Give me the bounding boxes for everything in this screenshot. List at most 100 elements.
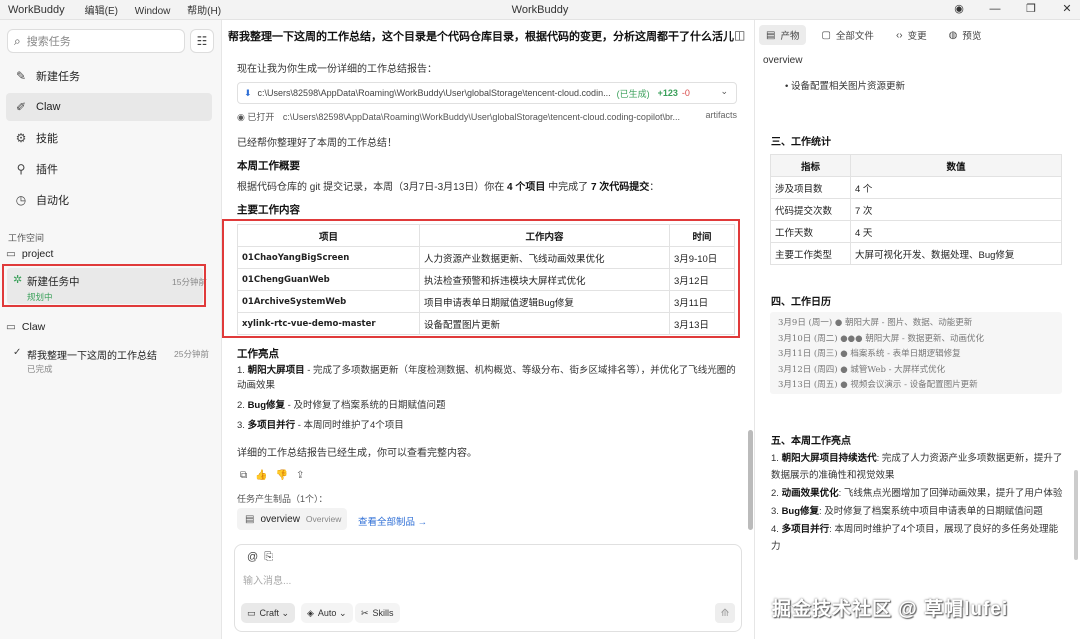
nav-claw[interactable]: ✐ Claw <box>6 93 212 121</box>
item-bold: 多项目并行 <box>781 524 830 535</box>
account-icon[interactable]: ◉ <box>952 2 966 15</box>
craft-button[interactable]: ▭ Craft ⌄ <box>241 603 296 623</box>
nav-automation[interactable]: ◷ 自动化 <box>6 186 212 214</box>
artifact-name: overview <box>260 513 300 525</box>
content-heading: 主要工作内容 <box>237 204 300 216</box>
file-path: c:\Users\82598\AppData\Roaming\WorkBuddy… <box>257 88 611 98</box>
attach-icon[interactable]: ⎘ <box>264 551 273 563</box>
calendar-line: 3月13日 (周五) ● 视频会议演示 - 设备配置图片更新 <box>778 380 978 390</box>
task-time: 25分钟前 <box>174 349 209 359</box>
menu-window[interactable]: Window <box>135 6 171 17</box>
scrollbar[interactable] <box>748 430 753 530</box>
tab-all-files[interactable]: ▢ 全部文件 <box>814 25 880 45</box>
tab-preview[interactable]: ◍ 预览 <box>942 25 989 45</box>
item-bold: 朝阳大屏项目 <box>247 365 305 376</box>
craft-icon: ▭ <box>247 607 256 618</box>
file-icon: ▢ <box>821 29 831 41</box>
footer-text: 详细的工作总结报告已经生成，你可以查看完整内容。 <box>237 448 477 459</box>
highlights-heading: 五、本周工作亮点 <box>771 436 851 447</box>
done-message: 已经帮你整理好了本周的工作总结！ <box>237 138 397 149</box>
scrollbar[interactable] <box>1074 470 1078 560</box>
skills-button[interactable]: ✂ Skills <box>355 603 400 623</box>
list-item: 3. Bug修复: 及时修复了档案系统中项目申请表单的日期赋值问题 <box>771 506 1043 517</box>
cell: 7 次 <box>850 198 1062 221</box>
message-input[interactable]: @ ⎘ 输入消息... ▭ Craft ⌄ ◈ Auto ⌄ ✂ Skills ⟰ <box>234 544 742 632</box>
view-all-link[interactable]: 查看全部制品 → <box>358 514 427 528</box>
menu-edit[interactable]: 编辑(E) <box>85 6 118 17</box>
thumbs-down-icon[interactable]: 👎 <box>276 470 288 481</box>
edit-icon: ✎ <box>15 69 27 83</box>
calendar-line: 3月9日 (周一) ● 朝阳大屏 - 图片、数据、动能更新 <box>778 318 973 328</box>
chevron-icon[interactable]: ⌄ <box>720 86 728 97</box>
send-button[interactable]: ⟰ <box>715 603 735 623</box>
tab-artifacts[interactable]: ▤ 产物 <box>759 25 807 45</box>
calendar-line: 3月10日 (周二) ●●● 朝阳大屏 - 数据更新、动画优化 <box>778 333 984 344</box>
file-status: (已生成) <box>616 88 650 99</box>
panel-toggle-icon[interactable]: ◫ <box>734 28 745 42</box>
nav-skills[interactable]: ⚙ 技能 <box>6 124 212 152</box>
close-icon[interactable]: ✕ <box>1060 2 1074 15</box>
cell: 代码提交次数 <box>770 198 851 221</box>
document-icon: ▤ <box>766 29 776 41</box>
chevron-down-icon: ⌄ <box>281 607 290 618</box>
input-tools: @ ⎘ <box>247 551 273 564</box>
item-text: - 本周同时维护了4个项目 <box>295 420 404 431</box>
share-icon[interactable]: ⇪ <box>296 470 304 481</box>
search-icon: ⌕ <box>14 33 21 48</box>
sliders-icon: ☷ <box>196 34 208 48</box>
send-icon: ⟰ <box>720 607 730 619</box>
conversation-title: 帮我整理一下这周的工作总结，这个目录是个代码仓库目录，根据代码的变更，分析这周都… <box>228 31 734 43</box>
lines-added: +123 <box>657 88 678 98</box>
clock-icon: ◷ <box>15 193 27 207</box>
stats-heading: 三、工作统计 <box>771 137 831 148</box>
item-bold: 动画效果优化 <box>781 488 839 499</box>
artifact-chip[interactable]: ▤ overview Overview <box>237 508 347 530</box>
nav-label: 自动化 <box>36 195 69 207</box>
nav-new-task[interactable]: ✎ 新建任务 <box>6 62 212 90</box>
auto-button[interactable]: ◈ Auto ⌄ <box>301 603 353 623</box>
item-text: - 完成了多项数据更新（年度检测数据、机构概览、等级分布、街乡区域排名等），并优… <box>237 365 736 391</box>
cell: 4 天 <box>850 220 1062 243</box>
list-item: 2. Bug修复 - 及时修复了档案系统的日期赋值问题 <box>237 400 446 411</box>
calendar-heading: 四、工作日历 <box>771 297 831 308</box>
eye-icon: ◉ <box>237 112 245 122</box>
minimize-icon[interactable]: — <box>988 3 1002 15</box>
filter-button[interactable]: ☷ <box>190 29 214 53</box>
tab-changes[interactable]: ‹› 变更 <box>889 25 934 45</box>
project-folder[interactable]: ▭ project <box>6 248 212 260</box>
item-bold: Bug修复 <box>781 506 820 517</box>
item-text: : 及时修复了档案系统中项目申请表单的日期赋值问题 <box>819 506 1043 517</box>
stats-table: 指标 数值 涉及项目数 4 个 代码提交次数 7 次 工作天数 4 天 主要工作类型 大屏… <box>770 154 1062 265</box>
table-highlight-box <box>222 219 740 338</box>
skills-icon: ⚙ <box>15 131 27 145</box>
highlight-box <box>2 264 206 307</box>
menu-help[interactable]: 帮助(H) <box>187 6 221 17</box>
file-change-card[interactable]: ⬇ c:\Users\82598\AppData\Roaming\WorkBud… <box>237 82 737 104</box>
nav-plugins[interactable]: ⚲ 插件 <box>6 155 212 183</box>
download-icon: ⬇ <box>244 87 252 98</box>
nav-label: 新建任务 <box>36 71 80 83</box>
project-folder-claw[interactable]: ▭ Claw <box>6 321 212 333</box>
table-row: 工作天数 4 天 <box>770 220 1062 243</box>
nav-label: Claw <box>36 101 61 113</box>
calendar-line: 3月12日 (周四) ● 城管Web - 大屏样式优化 <box>778 364 946 375</box>
summary-part: 中完成了 <box>545 182 591 193</box>
tab-label: 变更 <box>907 31 927 42</box>
plugin-icon: ⚲ <box>16 162 26 176</box>
cell: 4 个 <box>850 176 1062 199</box>
cell: 涉及项目数 <box>770 176 851 199</box>
opened-label: 已打开 <box>247 112 275 122</box>
opened-tail: artifacts <box>701 110 737 120</box>
code-icon: ‹› <box>895 29 903 41</box>
thumbs-up-icon[interactable]: 👍 <box>255 470 267 481</box>
mention-icon[interactable]: @ <box>247 551 258 563</box>
maximize-icon[interactable]: ❐ <box>1024 2 1038 15</box>
copy-icon[interactable]: ⧉ <box>240 470 247 481</box>
panel-tabs: ▤ 产物 ▢ 全部文件 ‹› 变更 ◍ 预览 <box>759 25 988 45</box>
artifact-sub: Overview <box>305 514 342 524</box>
document-icon: ▤ <box>245 513 255 525</box>
search-box[interactable]: ⌕ 搜索任务 <box>7 29 185 53</box>
intro-text: 现在让我为你生成一份详细的工作总结报告： <box>237 64 437 75</box>
cell: 大屏可视化开发、数据处理、Bug修复 <box>850 242 1062 265</box>
highlights-heading: 工作亮点 <box>237 348 279 360</box>
